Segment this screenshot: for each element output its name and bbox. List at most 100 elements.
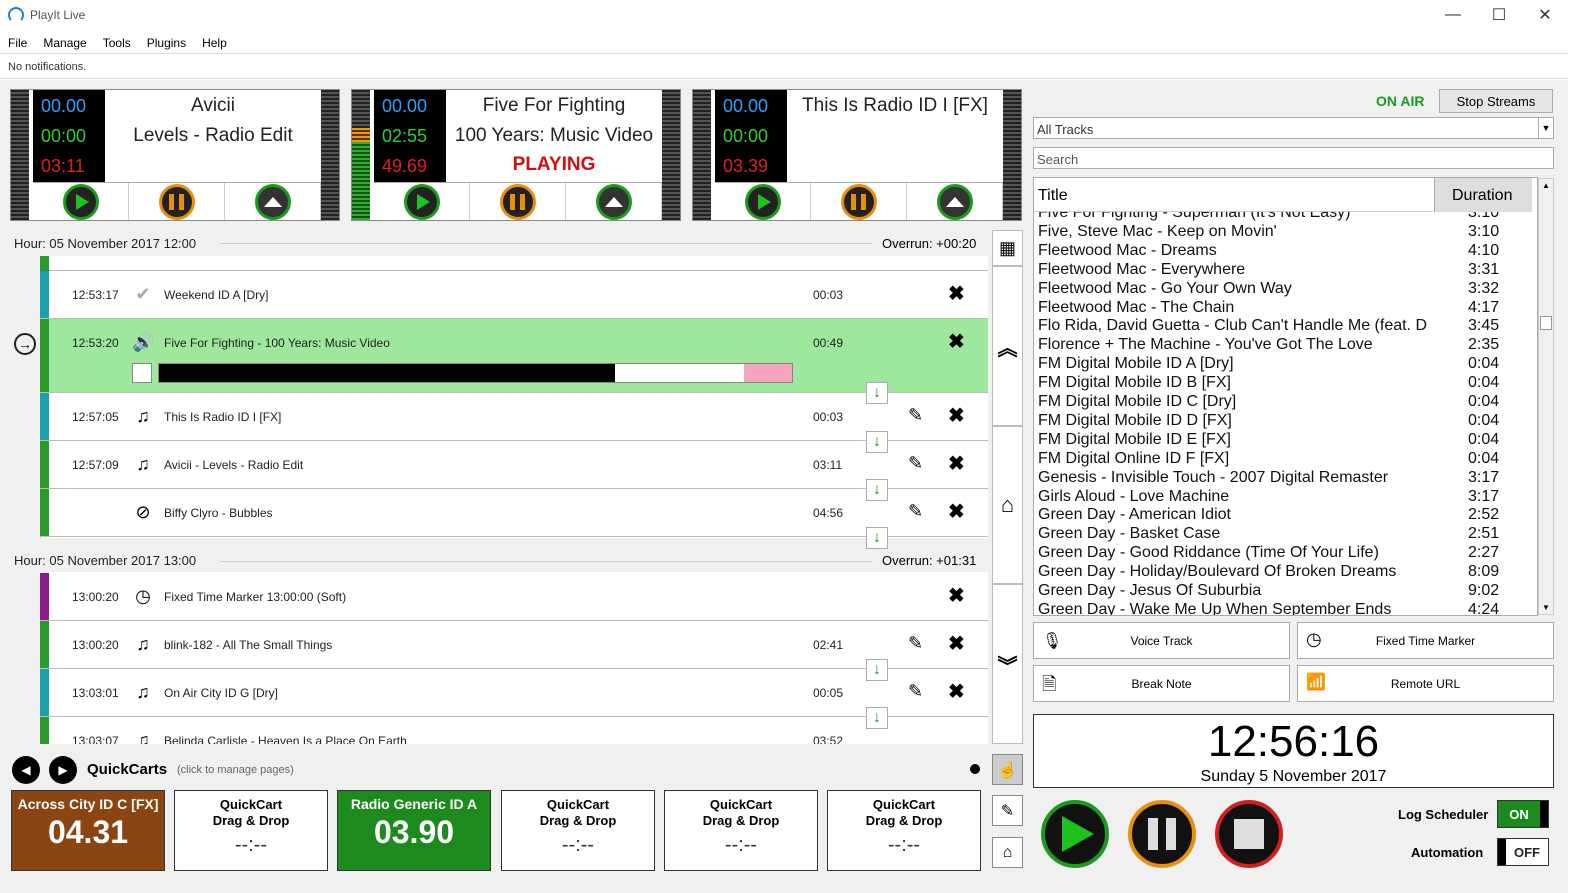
play-button[interactable] bbox=[744, 183, 781, 220]
column-title[interactable]: Title bbox=[1038, 187, 1068, 205]
scroll-up-arrow-icon[interactable]: ▲ bbox=[1542, 181, 1550, 190]
remove-icon[interactable]: ✖ bbox=[948, 281, 965, 306]
quickcarts-title[interactable]: QuickCarts bbox=[87, 761, 167, 778]
scroll-down-icon[interactable]: ︾ bbox=[992, 584, 1023, 744]
log-row[interactable]: 13:00:20 ◷ Fixed Time Marker 13:00:00 (S… bbox=[40, 573, 988, 621]
log-row[interactable]: 12:57:09 ♫ Avicii - Levels - Radio Edit … bbox=[40, 441, 988, 489]
track-item[interactable]: FM Digital Mobile ID C [Dry] bbox=[1038, 393, 1236, 411]
edit-cart-button[interactable]: ✎ bbox=[992, 795, 1023, 826]
track-item[interactable]: FM Digital Mobile ID E [FX] bbox=[1038, 431, 1231, 449]
scrollbar[interactable]: ▲ ▼ bbox=[1538, 178, 1554, 615]
menu-plugins[interactable]: Plugins bbox=[139, 30, 194, 50]
scrollbar-thumb[interactable] bbox=[1540, 316, 1552, 330]
track-item[interactable]: FM Digital Online ID F [FX] bbox=[1038, 450, 1229, 468]
close-button[interactable]: ✕ bbox=[1522, 0, 1568, 30]
automation-toggle[interactable]: OFF bbox=[1497, 838, 1549, 866]
arrow-down-icon[interactable]: ↓ bbox=[866, 382, 888, 404]
track-item[interactable]: Fleetwood Mac - Go Your Own Way bbox=[1038, 280, 1292, 298]
remove-icon[interactable]: ✖ bbox=[948, 679, 965, 704]
track-item[interactable]: Girls Aloud - Love Machine bbox=[1038, 488, 1229, 506]
track-item[interactable]: Green Day - Holiday/Boulevard Of Broken … bbox=[1038, 563, 1396, 581]
arrow-down-icon[interactable]: ↓ bbox=[866, 431, 888, 453]
pause-button[interactable] bbox=[840, 183, 877, 220]
edit-icon[interactable]: ✎ bbox=[908, 633, 923, 654]
quickcart[interactable]: QuickCart Drag & Drop --:-- bbox=[827, 790, 981, 871]
jump-to-icon[interactable]: → bbox=[14, 333, 36, 355]
calendar-icon[interactable]: ▦ bbox=[992, 230, 1023, 266]
eject-button[interactable] bbox=[254, 183, 291, 220]
log-row[interactable]: 12:57:05 ♫ This Is Radio ID I [FX] 00:03… bbox=[40, 393, 988, 441]
tag-cart-button[interactable]: ⌂ bbox=[992, 837, 1023, 868]
remove-icon[interactable]: ✖ bbox=[948, 451, 965, 476]
track-item[interactable]: Green Day - Good Riddance (Time Of Your … bbox=[1038, 544, 1379, 562]
main-stop-button[interactable] bbox=[1215, 800, 1283, 868]
scroll-up-icon[interactable]: ︽ bbox=[992, 266, 1023, 426]
edit-icon[interactable]: ✎ bbox=[908, 681, 923, 702]
remove-icon[interactable]: ✖ bbox=[948, 631, 965, 656]
quickcart[interactable]: QuickCart Drag & Drop --:-- bbox=[174, 790, 328, 871]
remove-icon[interactable]: ✖ bbox=[948, 583, 965, 608]
main-play-button[interactable] bbox=[1041, 800, 1109, 868]
menu-file[interactable]: File bbox=[0, 30, 35, 50]
search-input[interactable]: Search bbox=[1033, 147, 1554, 169]
track-item[interactable]: Fleetwood Mac - Dreams bbox=[1038, 242, 1217, 260]
log-row[interactable]: 13:03:01 ♫ On Air City ID G [Dry] 00:05 … bbox=[40, 669, 988, 717]
track-item[interactable]: FM Digital Mobile ID B [FX] bbox=[1038, 374, 1231, 392]
track-item[interactable]: Fleetwood Mac - Everywhere bbox=[1038, 261, 1245, 279]
main-pause-button[interactable] bbox=[1128, 800, 1196, 868]
track-item[interactable]: Florence + The Machine - You've Got The … bbox=[1038, 336, 1373, 354]
play-button[interactable] bbox=[62, 183, 99, 220]
log-scheduler-toggle[interactable]: ON bbox=[1497, 800, 1549, 828]
arrow-down-icon[interactable]: ↓ bbox=[866, 479, 888, 501]
log-row[interactable]: 13:03:07 ♫ Belinda Carlisle - Heaven Is … bbox=[40, 717, 988, 744]
edit-icon[interactable]: ✎ bbox=[908, 405, 923, 426]
menu-help[interactable]: Help bbox=[194, 30, 235, 50]
eject-button[interactable] bbox=[595, 183, 632, 220]
track-item[interactable]: FM Digital Mobile ID A [Dry] bbox=[1038, 355, 1234, 373]
log-row[interactable]: 12:53:17 ✔ Weekend ID A [Dry] 00:03 ✖ bbox=[40, 271, 988, 319]
prev-page-button[interactable]: ◀ bbox=[12, 756, 40, 784]
menu-tools[interactable]: Tools bbox=[95, 30, 139, 50]
voice-track-button[interactable]: 🎙 Voice Track bbox=[1033, 622, 1290, 659]
remove-icon[interactable]: ✖ bbox=[948, 499, 965, 524]
quickcart[interactable]: Across City ID C [FX] 04.31 bbox=[11, 790, 165, 871]
break-note-button[interactable]: 🗎 Break Note bbox=[1033, 665, 1290, 702]
track-filter-select[interactable]: All Tracks bbox=[1033, 117, 1554, 139]
arrow-down-icon[interactable]: ↓ bbox=[866, 659, 888, 681]
fixed-time-marker-button[interactable]: ◷ Fixed Time Marker bbox=[1297, 622, 1554, 659]
next-page-button[interactable]: ▶ bbox=[49, 756, 77, 784]
eject-button[interactable] bbox=[936, 183, 973, 220]
stop-streams-button[interactable]: Stop Streams bbox=[1439, 89, 1553, 113]
edit-icon[interactable]: ✎ bbox=[908, 501, 923, 522]
track-item[interactable]: Green Day - Basket Case bbox=[1038, 525, 1220, 543]
hand-cursor-button[interactable]: ☝ bbox=[992, 754, 1023, 785]
checkbox[interactable] bbox=[132, 363, 152, 383]
remove-icon[interactable]: ✖ bbox=[948, 403, 965, 428]
remove-icon[interactable]: ✖ bbox=[948, 329, 965, 354]
quickcart[interactable]: Radio Generic ID A 03.90 bbox=[337, 790, 491, 871]
arrow-down-icon[interactable]: ↓ bbox=[866, 707, 888, 729]
log-row-playing[interactable]: 12:53:20 🔊 Five For Fighting - 100 Years… bbox=[40, 319, 988, 393]
minimize-button[interactable]: — bbox=[1430, 0, 1476, 30]
chevron-down-icon[interactable]: ▼ bbox=[1538, 118, 1553, 138]
track-item[interactable]: Genesis - Invisible Touch - 2007 Digital… bbox=[1038, 469, 1388, 487]
track-item[interactable]: Five For Fighting - Superman (It's Not E… bbox=[1038, 212, 1350, 222]
pause-button[interactable] bbox=[158, 183, 195, 220]
track-item[interactable]: Green Day - Wake Me Up When September En… bbox=[1038, 601, 1391, 615]
quickcart[interactable]: QuickCart Drag & Drop --:-- bbox=[664, 790, 818, 871]
track-item[interactable]: FM Digital Mobile ID D [FX] bbox=[1038, 412, 1232, 430]
play-button[interactable] bbox=[403, 183, 440, 220]
track-item[interactable]: Green Day - American Idiot bbox=[1038, 506, 1231, 524]
menu-manage[interactable]: Manage bbox=[35, 30, 94, 50]
log-row[interactable]: ⊘ Biffy Clyro - Bubbles 04:56 ✎ ✖ bbox=[40, 489, 988, 537]
quickcart[interactable]: QuickCart Drag & Drop --:-- bbox=[501, 790, 655, 871]
track-item[interactable]: Five, Steve Mac - Keep on Movin' bbox=[1038, 223, 1277, 241]
remote-url-button[interactable]: 📶 Remote URL bbox=[1297, 665, 1554, 702]
scroll-down-arrow-icon[interactable]: ▼ bbox=[1542, 603, 1550, 612]
home-icon[interactable]: ⌂ bbox=[992, 426, 1023, 584]
maximize-button[interactable]: ☐ bbox=[1476, 0, 1522, 30]
track-item[interactable]: Flo Rida, David Guetta - Club Can't Hand… bbox=[1038, 317, 1427, 335]
log-row[interactable]: 13:00:20 ♫ blink-182 - All The Small Thi… bbox=[40, 621, 988, 669]
track-item[interactable]: Green Day - Jesus Of Suburbia bbox=[1038, 582, 1261, 600]
column-duration[interactable]: Duration bbox=[1452, 187, 1512, 205]
